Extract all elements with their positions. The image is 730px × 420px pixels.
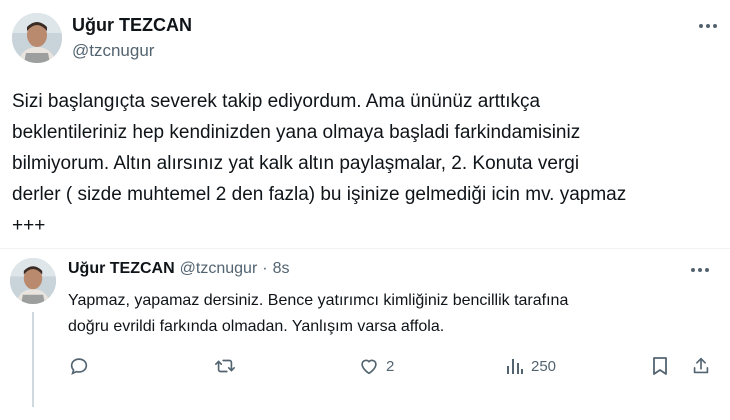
divider	[0, 248, 730, 249]
author-handle[interactable]: @tzcnugur	[72, 41, 154, 61]
reply-author-handle[interactable]: @tzcnugur	[180, 260, 258, 278]
author-name[interactable]: Uğur TEZCAN	[72, 15, 192, 36]
share-icon	[690, 355, 712, 377]
more-horizontal-icon[interactable]	[688, 262, 712, 278]
tweet-text: Sizi başlangıçta severek takip ediyordum…	[12, 91, 627, 236]
separator-dot: ·	[262, 260, 268, 277]
reply-timestamp[interactable]: 8s	[273, 260, 290, 278]
reply-icon	[68, 355, 90, 377]
reply-header: Uğur TEZCAN @tzcnugur · 8s	[68, 260, 290, 278]
reply-button[interactable]	[68, 355, 90, 377]
heart-icon	[358, 355, 380, 377]
share-button[interactable]	[690, 355, 712, 377]
bookmark-button[interactable]	[650, 355, 670, 377]
analytics-icon	[505, 355, 525, 377]
bookmark-icon	[650, 355, 670, 377]
like-button[interactable]: 2	[358, 355, 394, 377]
more-horizontal-icon[interactable]	[696, 18, 720, 34]
reply-avatar[interactable]	[10, 258, 56, 304]
reply-author-name[interactable]: Uğur TEZCAN	[68, 260, 175, 278]
reply-text: Yapmaz, yapamaz dersiniz. Bence yatırımc…	[68, 292, 569, 335]
thread-line	[32, 312, 34, 407]
author-avatar[interactable]	[12, 13, 62, 63]
like-count: 2	[386, 357, 395, 375]
retweet-icon	[213, 355, 237, 377]
retweet-button[interactable]	[213, 355, 237, 377]
views-button[interactable]: 250	[505, 355, 556, 377]
views-count: 250	[531, 357, 557, 375]
